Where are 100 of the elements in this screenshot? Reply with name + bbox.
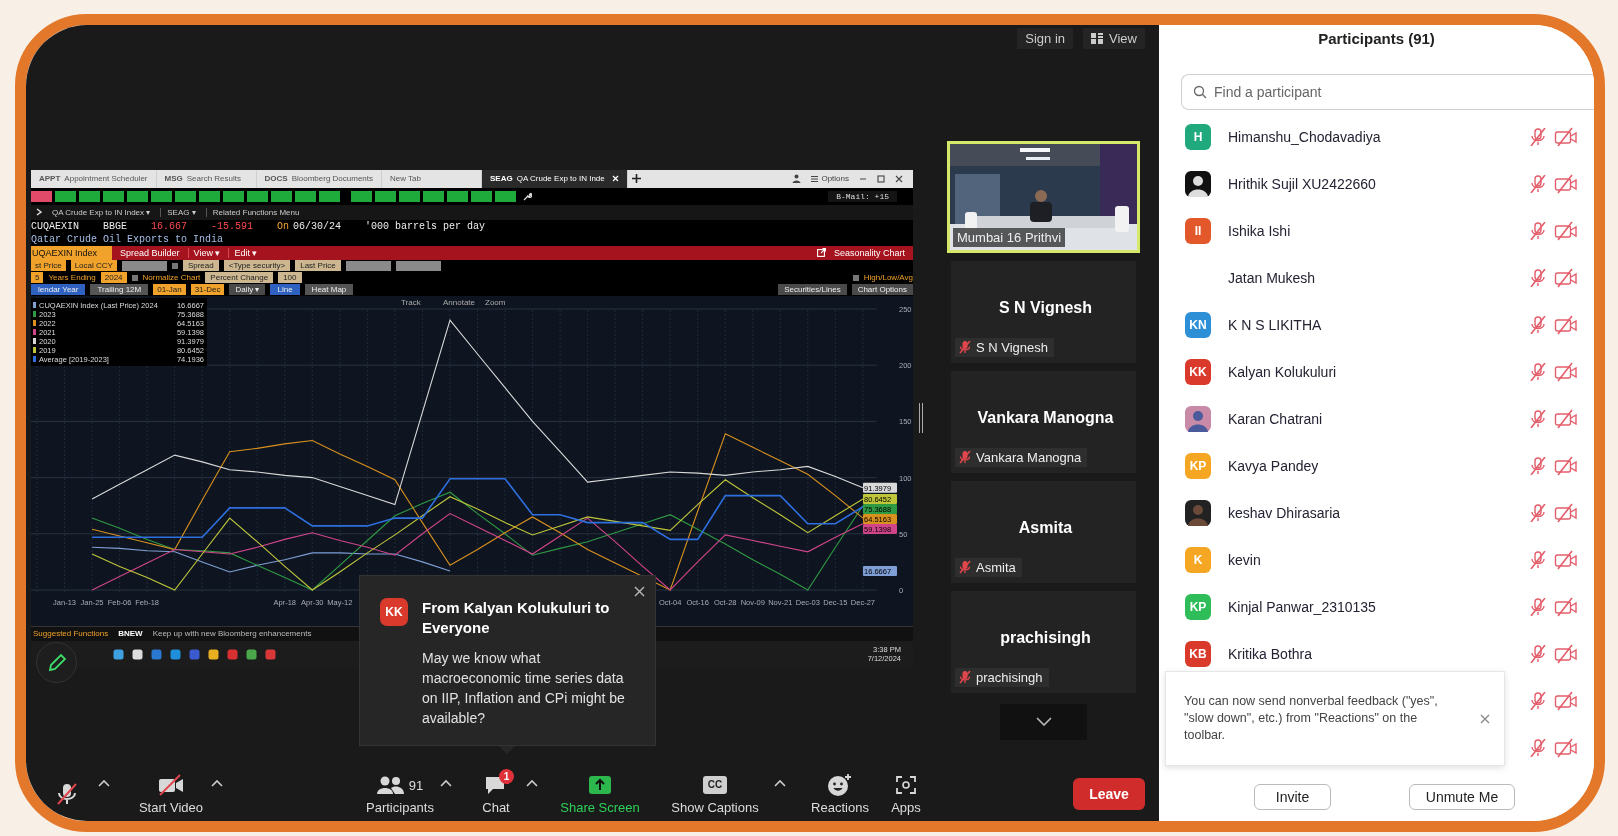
wrench-icon[interactable] <box>523 191 532 201</box>
function-key[interactable] <box>31 190 52 202</box>
function-key[interactable] <box>399 190 420 202</box>
function-key[interactable] <box>127 190 148 202</box>
menu-item[interactable]: Edit ▾ <box>228 247 258 258</box>
chart-tool[interactable]: Track <box>401 297 421 307</box>
input-field[interactable]: 5 <box>31 272 44 284</box>
function-key[interactable] <box>103 190 124 202</box>
video-tile[interactable]: Vankara Manogna Vankara Manogna <box>951 370 1136 473</box>
leave-button[interactable]: Leave <box>1073 778 1145 811</box>
video-tile[interactable]: S N Vignesh S N Vignesh <box>951 260 1136 363</box>
captions-button[interactable]: CC Show Captions <box>665 773 765 816</box>
participants-button[interactable]: 91 Participants <box>360 773 440 816</box>
participant-name: kevin <box>1228 551 1261 568</box>
browser-tab[interactable]: APPT Appointment Scheduler <box>31 169 157 188</box>
dropdown[interactable]: Daily ▾ <box>229 284 266 296</box>
input-field[interactable]: <Type security> <box>223 260 291 272</box>
app-icon[interactable] <box>113 648 124 660</box>
panel-button[interactable]: Unmute Me <box>1409 784 1515 810</box>
person-icon[interactable] <box>792 174 802 184</box>
input-field[interactable] <box>345 260 391 271</box>
sign-in-button[interactable]: Sign in <box>1017 27 1074 49</box>
menu-item[interactable]: View ▾ <box>187 247 221 258</box>
resize-handle[interactable] <box>919 402 923 433</box>
input-field[interactable] <box>395 260 441 271</box>
share-screen-button[interactable]: Share Screen <box>555 773 645 816</box>
security-field[interactable]: UQAEXIN Index <box>31 245 112 260</box>
input-field[interactable]: Last Price <box>295 260 341 272</box>
maximize-icon[interactable] <box>877 174 885 183</box>
popout-icon[interactable] <box>816 248 826 258</box>
view-tab[interactable]: lendar Year <box>31 284 86 296</box>
function-key[interactable] <box>423 190 444 202</box>
app-icon[interactable] <box>208 648 219 660</box>
input-field[interactable] <box>121 260 167 271</box>
view-tab[interactable]: Trailing 12M <box>90 284 149 296</box>
menu-item[interactable]: Spread Builder <box>120 247 180 258</box>
browser-tab[interactable]: DOCS Bloomberg Documents <box>256 169 382 188</box>
function-key[interactable] <box>151 190 172 202</box>
input-field[interactable]: st Price <box>31 260 66 272</box>
view-tab[interactable]: Heat Map <box>304 284 354 296</box>
video-button[interactable]: Start Video <box>131 773 211 816</box>
input-field[interactable]: 31-Dec <box>190 284 225 296</box>
function-key[interactable] <box>247 190 268 202</box>
close-icon[interactable] <box>634 586 645 597</box>
caret-icon[interactable] <box>440 779 452 788</box>
checkbox[interactable] <box>131 274 138 281</box>
function-key[interactable] <box>319 190 340 202</box>
input-field[interactable]: 01-Jan <box>153 284 186 296</box>
chat-button[interactable]: 1 Chat <box>466 769 526 816</box>
plus-icon[interactable] <box>631 174 641 184</box>
search-field[interactable]: Find a participant <box>1181 74 1594 110</box>
breadcrumb-item[interactable]: SEAG ▾ <box>160 207 196 217</box>
checkbox[interactable] <box>852 274 859 281</box>
options-menu[interactable]: Options <box>811 174 849 184</box>
function-key[interactable] <box>271 190 292 202</box>
checkbox[interactable] <box>171 262 178 269</box>
function-key[interactable] <box>495 190 516 202</box>
apps-button[interactable]: Apps <box>881 773 931 816</box>
breadcrumb-item[interactable]: Related Functions Menu <box>205 207 300 217</box>
video-tile[interactable]: Asmita Asmita <box>951 480 1136 583</box>
participant-name: Karan Chatrani <box>1228 410 1323 427</box>
browser-tab[interactable]: SEAG QA Crude Exp to IN Inde <box>482 169 628 188</box>
input-field[interactable]: Spread <box>182 260 219 272</box>
function-key[interactable] <box>375 190 396 202</box>
input-field[interactable]: Percent Change <box>205 272 274 284</box>
caret-icon[interactable] <box>211 779 223 788</box>
function-key[interactable] <box>447 190 468 202</box>
input-field[interactable]: Local CCY <box>70 260 117 272</box>
chevron-icon[interactable] <box>36 208 42 217</box>
input-field[interactable]: 2024 <box>100 272 127 284</box>
function-key[interactable] <box>199 190 220 202</box>
caret-icon[interactable] <box>98 779 110 788</box>
legend-swatch <box>33 328 36 335</box>
function-key[interactable] <box>471 190 492 202</box>
video-tile[interactable]: prachisingh prachisingh <box>951 590 1136 693</box>
function-key[interactable] <box>55 190 76 202</box>
chart-tool[interactable]: Annotate <box>443 297 476 307</box>
function-code[interactable]: BNEW <box>118 629 143 639</box>
captions-icon: CC <box>702 776 728 795</box>
breadcrumb-item[interactable]: QA Crude Exp to IN Index ▾ <box>52 207 151 217</box>
app-icon[interactable] <box>132 648 143 660</box>
function-key[interactable] <box>223 190 244 202</box>
dropdown[interactable]: Securities/Lines <box>778 284 847 296</box>
caret-icon[interactable] <box>774 779 786 788</box>
view-tab[interactable]: Line <box>270 284 300 296</box>
view-button[interactable]: View <box>1083 27 1145 49</box>
close-icon[interactable] <box>895 174 903 183</box>
chart-tool[interactable]: Zoom <box>485 297 506 307</box>
function-key[interactable] <box>295 190 316 202</box>
caret-icon[interactable] <box>526 779 538 788</box>
dropdown[interactable]: Chart Options <box>851 284 913 296</box>
panel-button[interactable]: Invite <box>1254 784 1331 810</box>
reactions-button[interactable]: Reactions <box>805 773 875 816</box>
input-field[interactable]: 100 <box>278 272 302 284</box>
function-key[interactable] <box>351 190 372 202</box>
video-tile[interactable]: Mumbai 16 Prithvi <box>947 140 1140 253</box>
function-key[interactable] <box>79 190 100 202</box>
function-key[interactable] <box>175 190 196 202</box>
app-icon[interactable] <box>246 648 257 660</box>
browser-tab[interactable]: MSG Search Results <box>156 169 257 188</box>
